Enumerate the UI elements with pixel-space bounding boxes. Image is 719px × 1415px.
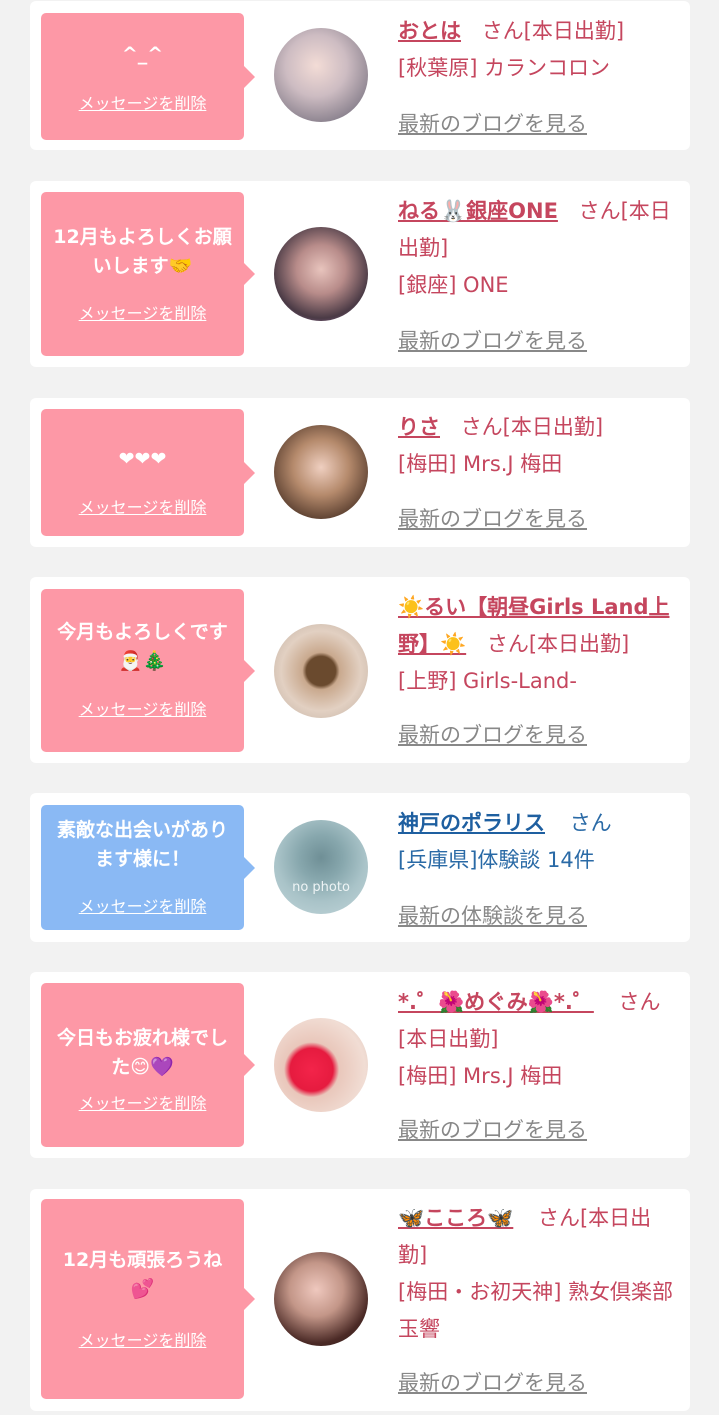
- latest-blog-link[interactable]: 最新のブログを見る: [398, 325, 587, 355]
- no-photo-label: no photo: [292, 880, 350, 895]
- profile-info: りさ さん[本日出勤] [梅田] Mrs.J 梅田: [398, 409, 680, 483]
- message-card: 素敵な出会いがあります様に！ メッセージを削除 no photo 神戸のポラリス…: [30, 793, 690, 942]
- message-bubble: 今月もよろしくです🎅🎄 メッセージを削除: [41, 589, 255, 752]
- message-card: 今日もお疲れ様でした😊💜 メッセージを削除 *.゜🌺めぐみ🌺*.゜ さん[本日出…: [30, 972, 690, 1158]
- status-text: さん[本日出勤]: [481, 19, 625, 43]
- message-bubble: 12月もよろしくお願いします🤝 メッセージを削除: [41, 192, 255, 356]
- message-text: 12月も頑張ろうね💕: [62, 1249, 223, 1300]
- shop-text: [秋葉原] カランコロン: [398, 56, 611, 80]
- message-bubble: 素敵な出会いがあります様に！ メッセージを削除: [41, 805, 255, 930]
- message-card: ^_^ メッセージを削除 おとは さん[本日出勤] [秋葉原] カランコロン 最…: [30, 1, 690, 150]
- profile-name-link[interactable]: おとは: [398, 19, 461, 43]
- latest-blog-link[interactable]: 最新のブログを見る: [398, 503, 587, 533]
- message-card: 今月もよろしくです🎅🎄 メッセージを削除 ☀️るい【朝昼Girls Land上野…: [30, 577, 690, 763]
- delete-message-link[interactable]: メッセージを削除: [41, 1327, 244, 1351]
- latest-report-link[interactable]: 最新の体験談を見る: [398, 900, 587, 930]
- delete-message-link[interactable]: メッセージを削除: [41, 893, 244, 917]
- latest-blog-link[interactable]: 最新のブログを見る: [398, 1367, 587, 1397]
- shop-text: [梅田・お初天神] 熟女倶楽部 玉響: [398, 1280, 674, 1341]
- message-card: ❤❤❤ メッセージを削除 りさ さん[本日出勤] [梅田] Mrs.J 梅田 最…: [30, 398, 690, 547]
- message-text: 今日もお疲れ様でした😊💜: [56, 1027, 228, 1078]
- profile-name-link[interactable]: 🦋こころ🦋: [398, 1206, 513, 1230]
- delete-message-link[interactable]: メッセージを削除: [41, 300, 244, 324]
- avatar[interactable]: [274, 227, 368, 321]
- message-card: 12月もよろしくお願いします🤝 メッセージを削除 ねる🐰銀座ONE さん[本日出…: [30, 181, 690, 367]
- message-bubble: 今日もお疲れ様でした😊💜 メッセージを削除: [41, 983, 255, 1147]
- message-text: 12月もよろしくお願いします🤝: [53, 226, 232, 277]
- profile-info: ねる🐰銀座ONE さん[本日出勤] [銀座] ONE: [398, 193, 680, 304]
- delete-message-link[interactable]: メッセージを削除: [41, 494, 244, 518]
- profile-name-link[interactable]: ねる🐰銀座ONE: [398, 199, 558, 223]
- profile-info: ☀️るい【朝昼Girls Land上野】☀️ さん[本日出勤] [上野] Gir…: [398, 589, 680, 700]
- status-text: さん[本日出勤]: [486, 632, 630, 656]
- profile-info: 🦋こころ🦋 さん[本日出勤] [梅田・お初天神] 熟女倶楽部 玉響: [398, 1200, 680, 1348]
- profile-name-link[interactable]: *.゜🌺めぐみ🌺*.゜: [398, 990, 594, 1014]
- avatar[interactable]: [274, 1252, 368, 1346]
- avatar[interactable]: [274, 425, 368, 519]
- shop-text: [上野] Girls-Land-: [398, 669, 577, 693]
- profile-name-link[interactable]: 神戸のポラリス: [398, 811, 545, 835]
- shop-text: [梅田] Mrs.J 梅田: [398, 452, 563, 476]
- status-text: さん[本日出勤]: [460, 415, 604, 439]
- avatar[interactable]: [274, 1018, 368, 1112]
- latest-blog-link[interactable]: 最新のブログを見る: [398, 108, 587, 138]
- latest-blog-link[interactable]: 最新のブログを見る: [398, 719, 587, 749]
- latest-blog-link[interactable]: 最新のブログを見る: [398, 1114, 587, 1144]
- profile-info: おとは さん[本日出勤] [秋葉原] カランコロン: [398, 13, 680, 87]
- message-card: 12月も頑張ろうね💕 メッセージを削除 🦋こころ🦋 さん[本日出勤] [梅田・お…: [30, 1189, 690, 1411]
- profile-name-link[interactable]: りさ: [398, 415, 440, 439]
- message-bubble: ❤❤❤ メッセージを削除: [41, 409, 255, 536]
- avatar[interactable]: [274, 28, 368, 122]
- avatar[interactable]: [274, 624, 368, 718]
- profile-info: 神戸のポラリス さん [兵庫県]体験談 14件: [398, 805, 680, 879]
- status-text: さん: [569, 811, 612, 835]
- delete-message-link[interactable]: メッセージを削除: [41, 1090, 244, 1114]
- message-text: 素敵な出会いがあります様に！: [56, 819, 228, 870]
- message-bubble: ^_^ メッセージを削除: [41, 13, 255, 140]
- profile-info: *.゜🌺めぐみ🌺*.゜ さん[本日出勤] [梅田] Mrs.J 梅田: [398, 984, 680, 1095]
- message-text: 今月もよろしくです🎅🎄: [57, 621, 228, 672]
- message-text: ❤❤❤: [118, 448, 167, 470]
- shop-text: [兵庫県]体験談 14件: [398, 848, 595, 872]
- delete-message-link[interactable]: メッセージを削除: [41, 90, 244, 114]
- shop-text: [梅田] Mrs.J 梅田: [398, 1064, 563, 1088]
- message-bubble: 12月も頑張ろうね💕 メッセージを削除: [41, 1199, 255, 1399]
- shop-text: [銀座] ONE: [398, 273, 509, 297]
- message-text: ^_^: [121, 43, 164, 65]
- delete-message-link[interactable]: メッセージを削除: [41, 696, 244, 720]
- avatar-no-photo[interactable]: no photo: [274, 820, 368, 914]
